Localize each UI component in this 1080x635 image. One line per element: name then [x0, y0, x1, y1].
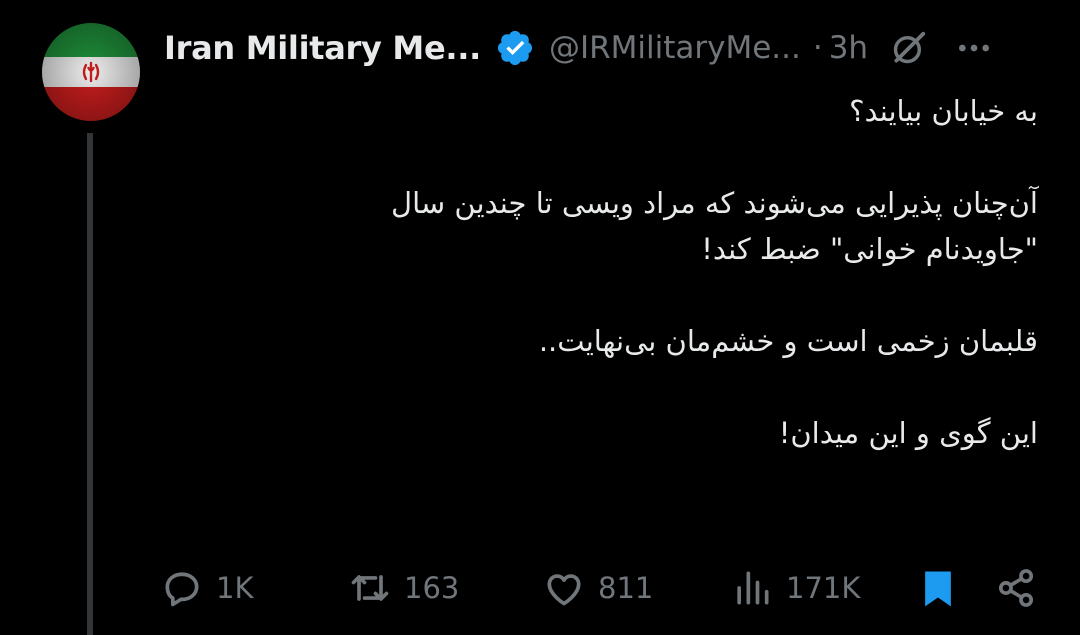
repost-icon	[351, 575, 389, 601]
author-name[interactable]: Iran Military Me...	[164, 29, 481, 67]
tweet-line	[218, 134, 1038, 180]
action-bar: 1K 163 811 171K	[160, 560, 1040, 616]
avatar[interactable]	[42, 23, 140, 121]
tweet-line	[218, 364, 1038, 410]
bookmark-icon	[925, 571, 951, 607]
tweet-line: این گوی و این میدان!	[778, 416, 1038, 450]
iran-flag-avatar-icon	[42, 23, 140, 121]
views-count: 171K	[786, 571, 861, 605]
views-icon	[737, 571, 769, 605]
like-button[interactable]: 811	[542, 560, 653, 616]
share-button[interactable]	[994, 560, 1038, 616]
separator-dot: ·	[812, 30, 823, 66]
tweet-line	[218, 272, 1038, 318]
author-handle[interactable]: @IRMilitaryMe...	[549, 30, 801, 66]
reply-count: 1K	[216, 571, 254, 605]
views-button[interactable]: 171K	[730, 560, 860, 616]
tweet-header: Iran Military Me... @IRMilitaryMe... · 3…	[164, 20, 1044, 76]
like-count: 811	[598, 571, 654, 605]
verified-badge-icon[interactable]	[495, 28, 535, 68]
reply-button[interactable]: 1K	[160, 560, 253, 616]
repost-button[interactable]: 163	[348, 560, 459, 616]
bookmark-button[interactable]	[916, 560, 960, 616]
reply-icon	[165, 572, 199, 607]
grok-icon[interactable]	[890, 29, 928, 67]
thread-line	[87, 133, 93, 635]
tweet-line: قلبمان زخمی است و خشم‌مان بی‌نهایت..	[538, 324, 1038, 358]
tweet-line: "جاویدنام خوانی" ضبط کند!	[701, 232, 1038, 266]
tweet-line: آن‌چنان پذیرایی می‌شوند که مراد ویسی تا …	[391, 186, 1038, 220]
timestamp[interactable]: 3h	[829, 30, 868, 66]
tweet-text: به خیابان بیایند؟ آن‌چنان پذیرایی می‌شون…	[218, 88, 1038, 456]
share-icon	[998, 569, 1034, 607]
repost-count: 163	[404, 571, 460, 605]
heart-icon	[547, 574, 581, 606]
tweet-line: به خیابان بیایند؟	[849, 94, 1038, 128]
more-icon[interactable]	[954, 28, 994, 68]
